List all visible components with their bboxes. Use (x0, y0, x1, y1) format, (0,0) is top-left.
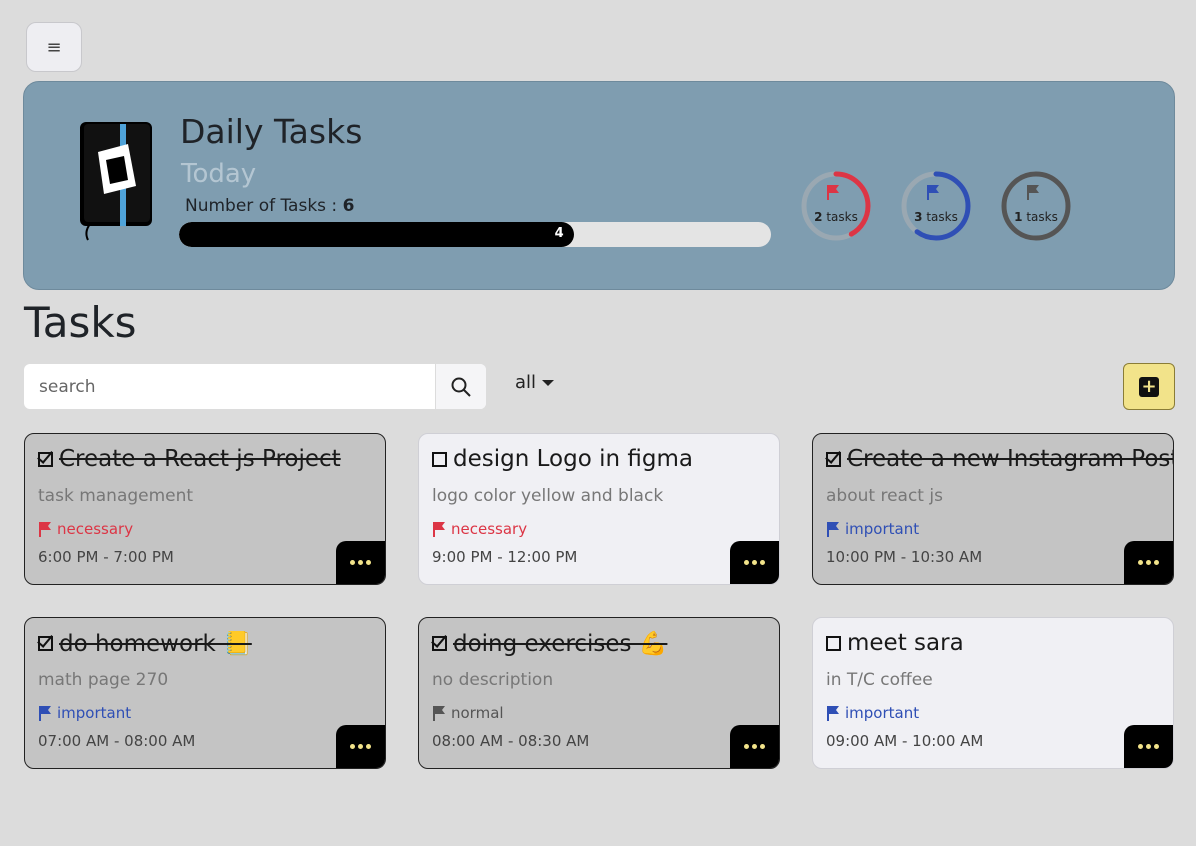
plus-icon: + (1139, 376, 1159, 397)
summary-necessary: 2 tasks (800, 170, 872, 242)
task-priority: important (826, 704, 919, 722)
summary-label: 1 tasks (1014, 210, 1058, 224)
filter-label: all (515, 372, 537, 393)
task-description: math page 270 (38, 670, 169, 690)
search-bar (24, 364, 486, 409)
header-card: Daily Tasks Today Number of Tasks : 6 4 … (23, 81, 1175, 290)
more-options-button[interactable] (1124, 541, 1173, 584)
priority-label: necessary (57, 520, 134, 538)
task-card[interactable]: do homework 📒 math page 270 important 07… (24, 617, 386, 769)
priority-label: important (57, 704, 132, 722)
task-priority: important (38, 704, 131, 722)
summary-important: 3 tasks (900, 170, 972, 242)
task-title-text: Create a new Instagram Post (847, 446, 1174, 472)
summary-normal: 1 tasks (1000, 170, 1072, 242)
task-title: Create a React js Project (38, 446, 341, 472)
page-title: Daily Tasks (180, 112, 363, 151)
task-card[interactable]: Create a new Instagram Post about react … (812, 433, 1174, 585)
task-time: 08:00 AM - 08:30 AM (432, 732, 590, 750)
filter-dropdown[interactable]: all (515, 372, 555, 393)
more-options-button[interactable] (1124, 725, 1173, 768)
flag-icon (927, 185, 939, 200)
task-description: no description (432, 670, 554, 690)
chevron-down-icon (542, 379, 555, 386)
flag-icon (827, 706, 839, 721)
task-priority: important (826, 520, 919, 538)
flag-icon (39, 522, 51, 537)
progress-ring (801, 171, 871, 241)
task-description: logo color yellow and black (432, 486, 664, 506)
task-title-text: design Logo in figma (453, 446, 693, 472)
task-description: about react js (826, 486, 943, 506)
task-time: 6:00 PM - 7:00 PM (38, 548, 174, 566)
more-options-button[interactable] (730, 541, 779, 584)
task-card[interactable]: meet sara in T/C coffee important 09:00 … (812, 617, 1174, 769)
task-title: design Logo in figma (432, 446, 693, 472)
progress-fill: 4 (179, 222, 574, 247)
task-card[interactable]: doing exercises 💪 no description normal … (418, 617, 780, 769)
flag-icon (827, 185, 839, 200)
priority-label: normal (451, 704, 504, 722)
summary-label: 2 tasks (814, 210, 858, 224)
task-card[interactable]: design Logo in figma logo color yellow a… (418, 433, 780, 585)
notebook-icon (80, 122, 152, 241)
menu-button[interactable]: ≡ (26, 22, 82, 72)
task-title: meet sara (826, 630, 964, 656)
summary-label: 3 tasks (914, 210, 958, 224)
progress-ring (1001, 171, 1071, 241)
priority-label: necessary (451, 520, 528, 538)
task-checkbox[interactable] (38, 636, 53, 651)
task-checkbox[interactable] (826, 635, 841, 651)
task-priority: normal (432, 704, 504, 722)
priority-label: important (845, 704, 920, 722)
task-time: 09:00 AM - 10:00 AM (826, 732, 984, 750)
task-time: 07:00 AM - 08:00 AM (38, 732, 196, 750)
task-count: Number of Tasks : 6 (185, 196, 355, 216)
task-priority: necessary (432, 520, 527, 538)
task-title: do homework 📒 (38, 630, 252, 657)
progress-ring (901, 171, 971, 241)
task-title-text: doing exercises 💪 (453, 631, 668, 657)
task-time: 9:00 PM - 12:00 PM (432, 548, 578, 566)
search-icon (451, 377, 471, 397)
add-task-button[interactable]: + (1123, 363, 1175, 410)
flag-icon (827, 522, 839, 537)
task-checkbox[interactable] (826, 451, 841, 467)
more-options-button[interactable] (336, 541, 385, 584)
flag-icon (39, 706, 51, 721)
flag-icon (433, 706, 445, 721)
progress-bar: 4 (179, 222, 771, 247)
page-subtitle: Today (181, 159, 257, 189)
task-time: 10:00 PM - 10:30 AM (826, 548, 983, 566)
task-description: task management (38, 486, 194, 506)
hamburger-icon: ≡ (46, 36, 62, 58)
task-title-text: do homework 📒 (59, 631, 252, 657)
priority-label: important (845, 520, 920, 538)
flag-icon (433, 522, 445, 537)
task-title-text: Create a React js Project (59, 446, 341, 472)
task-checkbox[interactable] (432, 636, 447, 651)
task-checkbox[interactable] (432, 451, 447, 467)
more-options-button[interactable] (336, 725, 385, 768)
task-priority: necessary (38, 520, 133, 538)
search-input[interactable] (24, 364, 435, 409)
section-title: Tasks (24, 298, 137, 347)
task-checkbox[interactable] (38, 451, 53, 467)
task-title: Create a new Instagram Post (826, 446, 1174, 472)
task-title: doing exercises 💪 (432, 630, 667, 657)
task-title-text: meet sara (847, 630, 964, 656)
flag-icon (1027, 185, 1039, 200)
task-card[interactable]: Create a React js Project task managemen… (24, 433, 386, 585)
search-button[interactable] (435, 364, 486, 409)
task-description: in T/C coffee (826, 670, 933, 690)
more-options-button[interactable] (730, 725, 779, 768)
